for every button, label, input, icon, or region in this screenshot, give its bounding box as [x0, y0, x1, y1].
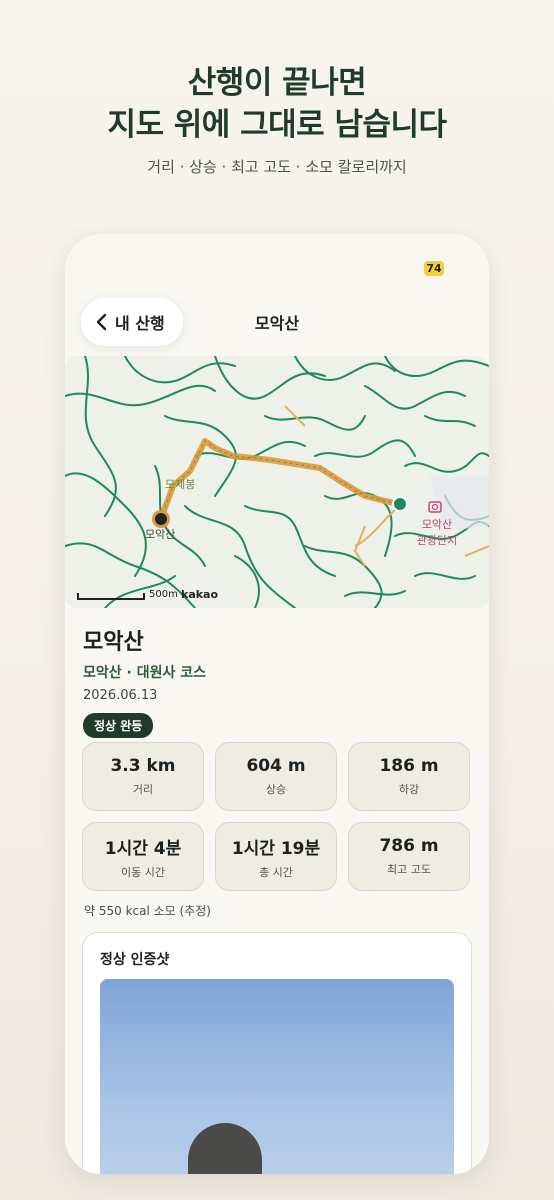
- scale-bar: [77, 593, 145, 600]
- headline-subtitle: 거리 · 상승 · 최고 고도 · 소모 칼로리까지: [147, 158, 407, 176]
- page-title: 모악산: [254, 314, 300, 333]
- route-map[interactable]: 모제봉 모악산 모악산 관광단지 500m kakao: [65, 356, 489, 608]
- photo-card-title: 정상 인증샷: [100, 952, 170, 968]
- summit-photo-card[interactable]: 정상 인증샷: [82, 932, 472, 1174]
- peak-label: 모제봉: [165, 478, 196, 491]
- start-point-label: 모악산: [145, 528, 176, 541]
- stat-value: 786 m: [379, 836, 439, 856]
- summit-badge: 정상 완등: [83, 713, 154, 738]
- stat-value: 1시간 19분: [231, 838, 321, 859]
- hike-date: 2026.06.13: [83, 688, 158, 703]
- summit-photo[interactable]: [100, 979, 454, 1174]
- scale-label: 500m: [149, 589, 178, 600]
- stat-label: 하강: [398, 783, 420, 796]
- mountain-name: 모악산: [83, 630, 144, 655]
- stat-label: 총 시간: [259, 865, 293, 879]
- stat-label: 최고 고도: [387, 863, 431, 876]
- stat-ascent: 604 m 상승: [215, 742, 337, 811]
- stat-max-altitude: 786 m 최고 고도: [348, 822, 470, 891]
- headline-line2: 지도 위에 그대로 남습니다: [107, 107, 447, 143]
- rock-image: [188, 1123, 262, 1174]
- map-scale: 500m: [77, 589, 178, 600]
- stat-value: 186 m: [379, 756, 439, 776]
- spot-label-line1: 모악산: [421, 518, 453, 531]
- status-badge: 74: [424, 261, 444, 276]
- map-provider-logo: kakao: [181, 588, 219, 601]
- stat-value: 604 m: [246, 756, 306, 776]
- tourist-spot-label: 모악산 관광단지: [415, 516, 459, 548]
- stat-label: 이동 시간: [121, 865, 165, 879]
- stat-value: 1시간 4분: [104, 838, 182, 859]
- stat-value: 3.3 km: [110, 756, 176, 776]
- phone-frame: 74 내 산행 모악산 모제봉 모악산 모악산 관광단지 500m kakao …: [65, 234, 489, 1174]
- stat-label: 상승: [265, 783, 287, 796]
- spot-label-line2: 관광단지: [416, 534, 458, 547]
- map-canvas: [65, 356, 489, 608]
- headline-line1: 산행이 끝나면: [187, 65, 367, 101]
- stat-moving-time: 1시간 4분 이동 시간: [82, 822, 204, 891]
- calorie-estimate: 약 550 kcal 소모 (추정): [84, 904, 211, 918]
- stats-grid: 3.3 km 거리 604 m 상승 186 m 하강 1시간 4분 이동 시간…: [82, 742, 472, 891]
- stat-label: 거리: [132, 783, 154, 796]
- promo-header: 산행이 끝나면 지도 위에 그대로 남습니다 거리 · 상승 · 최고 고도 ·…: [0, 62, 554, 177]
- stat-descent: 186 m 하강: [348, 742, 470, 811]
- hike-info: 모악산 모악산 · 대원사 코스 2026.06.13 정상 완등: [83, 624, 473, 738]
- course-name: 모악산 · 대원사 코스: [83, 665, 206, 681]
- stat-distance: 3.3 km 거리: [82, 742, 204, 811]
- stat-total-time: 1시간 19분 총 시간: [215, 822, 337, 891]
